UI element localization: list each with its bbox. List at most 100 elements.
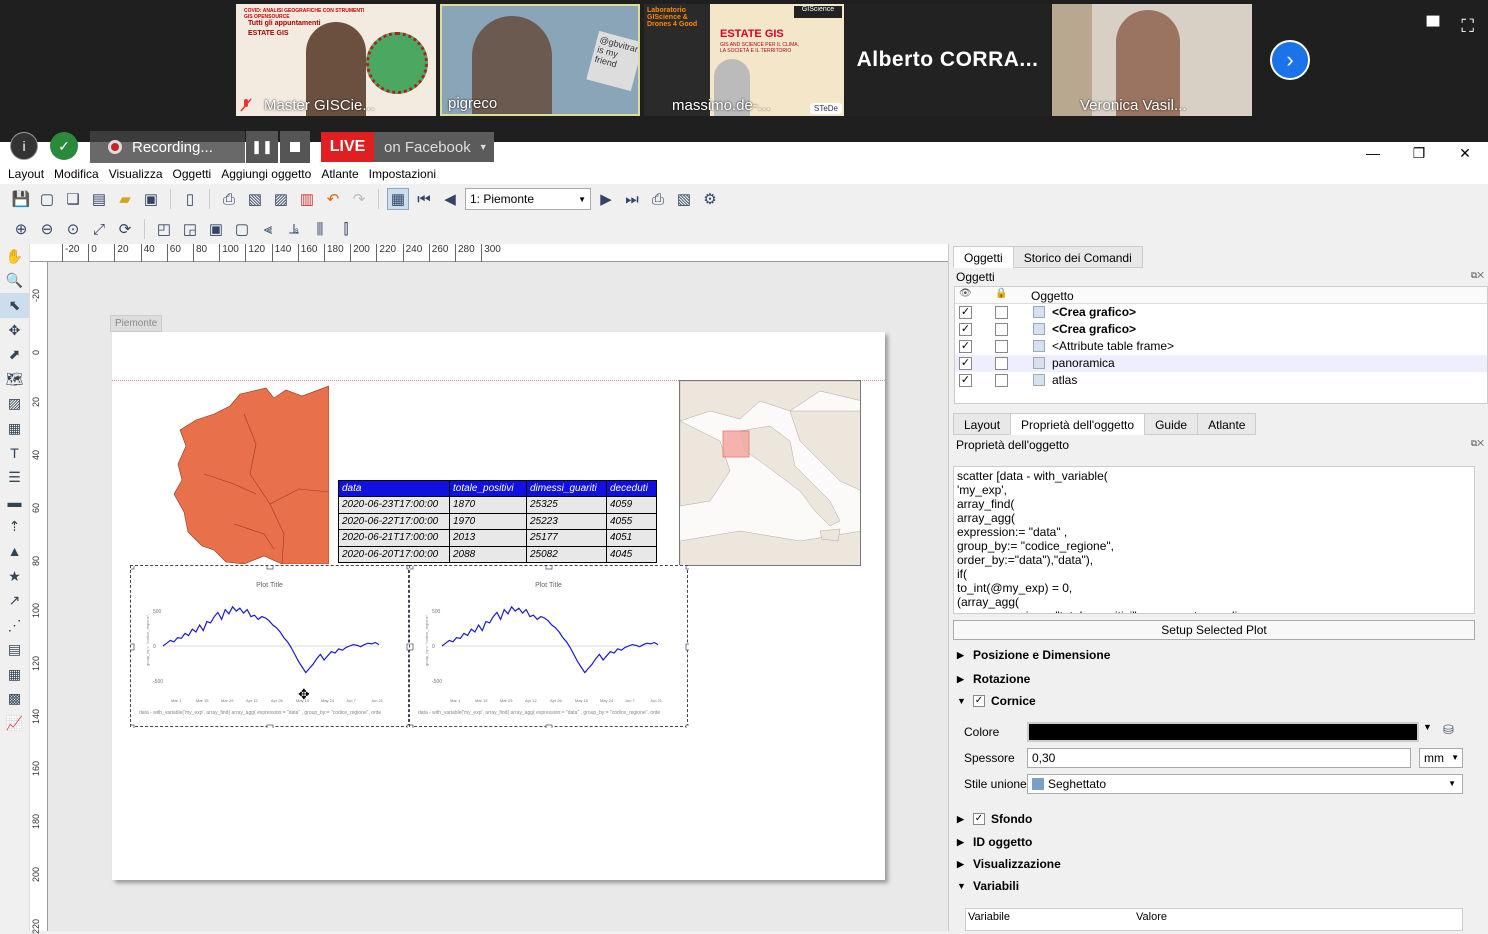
zoom-100-icon[interactable]: ⊙	[62, 218, 84, 240]
cornice-checkbox[interactable]: ✓	[973, 695, 985, 707]
stream-platform-dropdown[interactable]: on Facebook ▼	[374, 132, 494, 162]
plot-expression-text[interactable]: scatter [data - with_variable( 'my_exp',…	[953, 466, 1475, 614]
selection-handle[interactable]	[410, 643, 414, 651]
add-shape-icon[interactable]: ▲	[0, 539, 29, 564]
plot-item[interactable]: Plot Title 500 0 -500 Mar 1 Mar 15 Mar 29 Apr …	[409, 565, 689, 728]
print-icon[interactable]: ⎙	[218, 188, 240, 210]
selection-handle[interactable]	[410, 724, 414, 728]
object-row[interactable]: ✓ <Crea grafico>	[955, 321, 1487, 338]
stop-button[interactable]	[280, 131, 310, 163]
panel-float-close-icon[interactable]: ⧉✕	[1471, 270, 1484, 281]
shield-check-icon[interactable]: ✓	[50, 132, 78, 160]
selection-handle[interactable]	[266, 724, 274, 728]
selection-handle[interactable]	[266, 566, 274, 570]
edit-nodes-icon[interactable]: ⬈	[0, 342, 29, 367]
add-3d-map-icon[interactable]: ▨	[0, 392, 29, 417]
section-sfondo[interactable]: ▶ ✓ Sfondo	[957, 812, 1032, 826]
video-tile-4[interactable]: Alberto CORRA...	[845, 4, 1050, 116]
plot-item[interactable]: Plot Title 500 0 -500 Mar 1 Mar 15 Mar 29 Apr …	[130, 565, 410, 728]
selection-handle[interactable]	[131, 566, 135, 570]
add-north-arrow-icon[interactable]: ⇡	[0, 515, 29, 540]
new-layout-icon[interactable]: ▢	[36, 188, 58, 210]
visibility-checkbox[interactable]: ✓	[959, 323, 972, 336]
add-picture-icon[interactable]: ▦	[0, 416, 29, 441]
lock-checkbox[interactable]	[995, 323, 1008, 336]
join-style-select[interactable]: Seghettato ▼	[1027, 774, 1463, 794]
object-row[interactable]: ✓ atlas	[955, 372, 1487, 389]
lock-checkbox[interactable]	[995, 340, 1008, 353]
overview-map[interactable]	[679, 380, 861, 566]
variables-table[interactable]: Variabile Valore	[965, 908, 1463, 931]
last-feature-icon[interactable]: ⏭	[621, 188, 643, 210]
data-defined-icon[interactable]: ⛁	[1443, 722, 1454, 738]
previous-feature-icon[interactable]: ◀	[439, 188, 461, 210]
menu-oggetti[interactable]: Oggetti	[173, 164, 212, 184]
selection-handle[interactable]	[131, 724, 135, 728]
add-plot-icon[interactable]: 📈	[0, 711, 29, 736]
redo-icon[interactable]: ↷	[348, 188, 370, 210]
refresh-icon[interactable]: ⟳	[114, 218, 136, 240]
distribute-icon[interactable]: ⫼	[309, 218, 331, 240]
lock-checkbox[interactable]	[995, 374, 1008, 387]
setup-selected-plot-button[interactable]: Setup Selected Plot	[953, 620, 1475, 640]
align-bottom-icon[interactable]: ⫡	[283, 218, 305, 240]
visibility-checkbox[interactable]: ✓	[959, 340, 972, 353]
selection-handle[interactable]	[685, 724, 689, 728]
add-fixed-table-icon[interactable]: ▩	[0, 687, 29, 712]
layout-canvas[interactable]: Piemonte data totale_positivi dimessi_gu…	[48, 262, 948, 931]
export-svg-icon[interactable]: ▨	[270, 188, 292, 210]
section-id-oggetto[interactable]: ▶ ID oggetto	[957, 835, 1032, 849]
next-participants-button[interactable]: ›	[1270, 40, 1310, 80]
restore-icon[interactable]: ❐	[1396, 142, 1442, 164]
lock-checkbox[interactable]	[995, 306, 1008, 319]
selection-handle[interactable]	[685, 643, 689, 651]
minimize-icon[interactable]: —	[1350, 142, 1396, 164]
atlas-feature-select[interactable]: 1: Piemonte ▼	[465, 188, 591, 210]
export-image-icon[interactable]: ▧	[244, 188, 266, 210]
select-move-icon[interactable]: ⬉	[0, 293, 29, 318]
atlas-settings-icon[interactable]: ⚙	[699, 188, 721, 210]
first-feature-icon[interactable]: ⏮	[413, 188, 435, 210]
section-rotazione[interactable]: ▶ Rotazione	[957, 672, 1030, 686]
video-tile-2[interactable]: @gbvitrano is my friend pigreco	[440, 4, 640, 116]
resize-icon[interactable]: ⫿	[335, 218, 357, 240]
region-map[interactable]	[174, 384, 329, 564]
video-tile-3[interactable]: Laboratorio GIScience & Drones 4 Good ES…	[644, 4, 844, 116]
layout-manager-icon[interactable]: ▤	[88, 188, 110, 210]
add-label-icon[interactable]: T	[0, 441, 29, 466]
duplicate-layout-icon[interactable]: ❏	[62, 188, 84, 210]
attribute-table[interactable]: data totale_positivi dimessi_guariti dec…	[338, 480, 657, 563]
save-icon[interactable]: 💾	[10, 188, 32, 210]
frame-color-button[interactable]	[1027, 722, 1419, 742]
print-atlas-icon[interactable]: ⎙	[647, 188, 669, 210]
selection-handle[interactable]	[410, 566, 414, 570]
undo-icon[interactable]: ↶	[322, 188, 344, 210]
visibility-checkbox[interactable]: ✓	[959, 374, 972, 387]
add-node-item-icon[interactable]: ⋰	[0, 613, 29, 638]
section-variabili[interactable]: ▼ Variabili	[957, 879, 1019, 893]
lock-checkbox[interactable]	[995, 357, 1008, 370]
zoom-in-icon[interactable]: ⊕	[10, 218, 32, 240]
lower-items-icon[interactable]: ◲	[179, 218, 201, 240]
visibility-checkbox[interactable]: ✓	[959, 306, 972, 319]
object-row[interactable]: ✓ <Attribute table frame>	[955, 338, 1487, 355]
tab-storico-comandi[interactable]: Storico dei Comandi	[1012, 246, 1143, 268]
panel-float-close-icon[interactable]: ⧉✕	[1471, 438, 1484, 449]
add-attribute-table-icon[interactable]: ▦	[0, 662, 29, 687]
layout-icon[interactable]: ▀	[1427, 16, 1440, 37]
selection-handle[interactable]	[131, 643, 135, 651]
section-visualizzazione[interactable]: ▶ Visualizzazione	[957, 857, 1061, 871]
video-tile-5[interactable]: Veronica Vasil...	[1052, 4, 1252, 116]
zoom-full-icon[interactable]: ⤢	[88, 218, 110, 240]
tab-guide[interactable]: Guide	[1144, 413, 1199, 435]
move-content-icon[interactable]: ✥	[0, 318, 29, 343]
raise-items-icon[interactable]: ◰	[153, 218, 175, 240]
menu-impostazioni[interactable]: Impostazioni	[369, 164, 436, 184]
add-map-icon[interactable]: 🗺	[0, 367, 29, 392]
group-items-icon[interactable]: ▣	[205, 218, 227, 240]
add-scalebar-icon[interactable]: ▬	[0, 490, 29, 515]
export-atlas-icon[interactable]: ▧	[673, 188, 695, 210]
export-pdf-icon[interactable]: ▥	[296, 188, 318, 210]
zoom-tool-icon[interactable]: 🔍	[0, 269, 29, 294]
add-arrow-icon[interactable]: ↗	[0, 588, 29, 613]
